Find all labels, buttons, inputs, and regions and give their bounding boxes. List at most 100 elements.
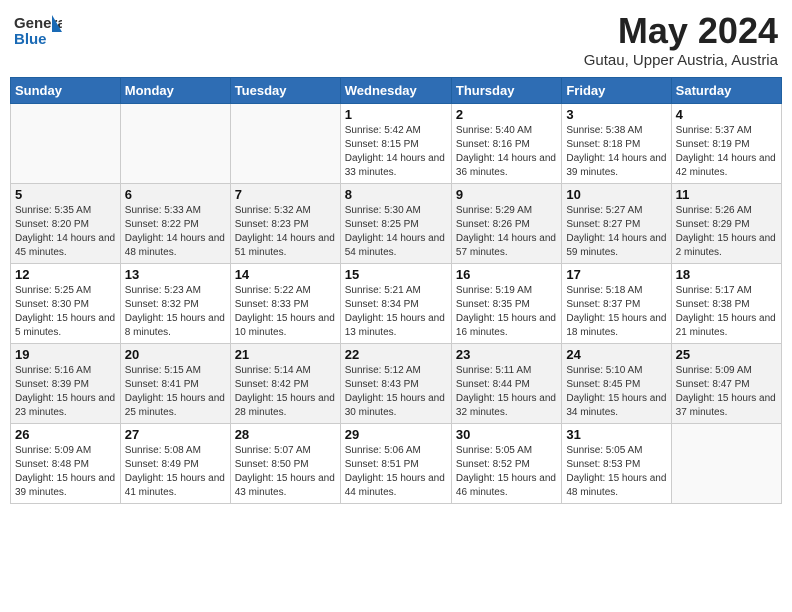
day-info: Sunrise: 5:37 AMSunset: 8:19 PMDaylight:… [676,124,777,180]
day-number: 25 [676,347,777,362]
day-number: 27 [125,427,226,442]
calendar-cell: 7 Sunrise: 5:32 AMSunset: 8:23 PMDaylight… [230,184,340,264]
month-title: May 2024 [584,10,778,52]
day-number: 23 [456,347,557,362]
day-number: 30 [456,427,557,442]
calendar-cell: 25 Sunrise: 5:09 AMSunset: 8:47 PMDayligh… [671,344,781,424]
weekday-header: Monday [120,78,230,104]
calendar-cell: 4 Sunrise: 5:37 AMSunset: 8:19 PMDaylight… [671,104,781,184]
calendar-week-row: 1 Sunrise: 5:42 AMSunset: 8:15 PMDaylight… [11,104,782,184]
calendar-cell: 13 Sunrise: 5:23 AMSunset: 8:32 PMDayligh… [120,264,230,344]
calendar-cell: 21Sunrise: 5:14 AMSunset: 8:42 PMDayligh… [230,344,340,424]
calendar-cell: 22 Sunrise: 5:12 AMSunset: 8:43 PMDayligh… [340,344,451,424]
calendar-cell: 3 Sunrise: 5:38 AMSunset: 8:18 PMDaylight… [562,104,671,184]
calendar-table: SundayMondayTuesdayWednesdayThursdayFrid… [10,77,782,504]
day-number: 16 [456,267,557,282]
day-number: 24 [566,347,666,362]
day-number: 12 [15,267,116,282]
day-number: 8 [345,187,447,202]
day-number: 4 [676,107,777,122]
day-number: 13 [125,267,226,282]
calendar-cell [120,104,230,184]
weekday-header: Sunday [11,78,121,104]
day-number: 6 [125,187,226,202]
weekday-header-row: SundayMondayTuesdayWednesdayThursdayFrid… [11,78,782,104]
calendar-cell: 30Sunrise: 5:05 AMSunset: 8:52 PMDayligh… [451,424,561,504]
logo-icon: General Blue [14,10,62,50]
day-info: Sunrise: 5:08 AMSunset: 8:49 PMDaylight:… [125,444,226,500]
day-info: Sunrise: 5:06 AMSunset: 8:51 PMDaylight:… [345,444,447,500]
day-number: 19 [15,347,116,362]
day-info: Sunrise: 5:19 AMSunset: 8:35 PMDaylight:… [456,284,557,340]
day-info: Sunrise: 5:25 AMSunset: 8:30 PMDaylight:… [15,284,116,340]
calendar-cell [671,424,781,504]
calendar-cell: 20Sunrise: 5:15 AMSunset: 8:41 PMDayligh… [120,344,230,424]
day-number: 7 [235,187,336,202]
day-number: 17 [566,267,666,282]
day-info: Sunrise: 5:32 AMSunset: 8:23 PMDaylight:… [235,204,336,260]
location-subtitle: Gutau, Upper Austria, Austria [584,52,778,69]
weekday-header: Tuesday [230,78,340,104]
weekday-header: Wednesday [340,78,451,104]
day-info: Sunrise: 5:30 AMSunset: 8:25 PMDaylight:… [345,204,447,260]
calendar-cell: 11 Sunrise: 5:26 AMSunset: 8:29 PMDayligh… [671,184,781,264]
calendar-cell: 5 Sunrise: 5:35 AMSunset: 8:20 PMDaylight… [11,184,121,264]
day-info: Sunrise: 5:27 AMSunset: 8:27 PMDaylight:… [566,204,666,260]
calendar-cell: 19 Sunrise: 5:16 AMSunset: 8:39 PMDayligh… [11,344,121,424]
day-number: 5 [15,187,116,202]
day-info: Sunrise: 5:12 AMSunset: 8:43 PMDaylight:… [345,364,447,420]
day-number: 1 [345,107,447,122]
calendar-cell: 17Sunrise: 5:18 AMSunset: 8:37 PMDayligh… [562,264,671,344]
day-info: Sunrise: 5:29 AMSunset: 8:26 PMDaylight:… [456,204,557,260]
weekday-header: Thursday [451,78,561,104]
calendar-week-row: 12 Sunrise: 5:25 AMSunset: 8:30 PMDayligh… [11,264,782,344]
calendar-cell: 8 Sunrise: 5:30 AMSunset: 8:25 PMDaylight… [340,184,451,264]
calendar-cell: 27 Sunrise: 5:08 AMSunset: 8:49 PMDayligh… [120,424,230,504]
day-number: 31 [566,427,666,442]
day-info: Sunrise: 5:16 AMSunset: 8:39 PMDaylight:… [15,364,116,420]
calendar-cell: 29Sunrise: 5:06 AMSunset: 8:51 PMDayligh… [340,424,451,504]
page-header: General Blue May 2024 Gutau, Upper Austr… [10,10,782,69]
calendar-cell: 9 Sunrise: 5:29 AMSunset: 8:26 PMDaylight… [451,184,561,264]
weekday-header: Friday [562,78,671,104]
calendar-week-row: 26Sunrise: 5:09 AMSunset: 8:48 PMDayligh… [11,424,782,504]
day-info: Sunrise: 5:42 AMSunset: 8:15 PMDaylight:… [345,124,447,180]
calendar-cell: 1 Sunrise: 5:42 AMSunset: 8:15 PMDaylight… [340,104,451,184]
day-number: 22 [345,347,447,362]
day-number: 18 [676,267,777,282]
day-info: Sunrise: 5:33 AMSunset: 8:22 PMDaylight:… [125,204,226,260]
day-number: 28 [235,427,336,442]
day-info: Sunrise: 5:10 AMSunset: 8:45 PMDaylight:… [566,364,666,420]
calendar-week-row: 19 Sunrise: 5:16 AMSunset: 8:39 PMDayligh… [11,344,782,424]
calendar-cell [11,104,121,184]
weekday-header: Saturday [671,78,781,104]
day-number: 15 [345,267,447,282]
svg-text:Blue: Blue [14,31,47,48]
calendar-cell: 16 Sunrise: 5:19 AMSunset: 8:35 PMDayligh… [451,264,561,344]
calendar-cell: 31 Sunrise: 5:05 AMSunset: 8:53 PMDayligh… [562,424,671,504]
calendar-cell: 12 Sunrise: 5:25 AMSunset: 8:30 PMDayligh… [11,264,121,344]
day-number: 9 [456,187,557,202]
day-info: Sunrise: 5:17 AMSunset: 8:38 PMDaylight:… [676,284,777,340]
day-info: Sunrise: 5:22 AMSunset: 8:33 PMDaylight:… [235,284,336,340]
calendar-cell: 18 Sunrise: 5:17 AMSunset: 8:38 PMDayligh… [671,264,781,344]
day-info: Sunrise: 5:14 AMSunset: 8:42 PMDaylight:… [235,364,336,420]
day-number: 10 [566,187,666,202]
day-number: 3 [566,107,666,122]
day-info: Sunrise: 5:38 AMSunset: 8:18 PMDaylight:… [566,124,666,180]
day-info: Sunrise: 5:23 AMSunset: 8:32 PMDaylight:… [125,284,226,340]
calendar-cell: 28Sunrise: 5:07 AMSunset: 8:50 PMDayligh… [230,424,340,504]
calendar-cell: 23 Sunrise: 5:11 AMSunset: 8:44 PMDayligh… [451,344,561,424]
day-info: Sunrise: 5:09 AMSunset: 8:47 PMDaylight:… [676,364,777,420]
day-number: 14 [235,267,336,282]
day-number: 20 [125,347,226,362]
day-info: Sunrise: 5:09 AMSunset: 8:48 PMDaylight:… [15,444,116,500]
day-info: Sunrise: 5:05 AMSunset: 8:53 PMDaylight:… [566,444,666,500]
calendar-cell: 10 Sunrise: 5:27 AMSunset: 8:27 PMDayligh… [562,184,671,264]
day-info: Sunrise: 5:11 AMSunset: 8:44 PMDaylight:… [456,364,557,420]
day-info: Sunrise: 5:35 AMSunset: 8:20 PMDaylight:… [15,204,116,260]
day-info: Sunrise: 5:26 AMSunset: 8:29 PMDaylight:… [676,204,777,260]
day-info: Sunrise: 5:21 AMSunset: 8:34 PMDaylight:… [345,284,447,340]
calendar-cell: 26Sunrise: 5:09 AMSunset: 8:48 PMDayligh… [11,424,121,504]
day-number: 11 [676,187,777,202]
